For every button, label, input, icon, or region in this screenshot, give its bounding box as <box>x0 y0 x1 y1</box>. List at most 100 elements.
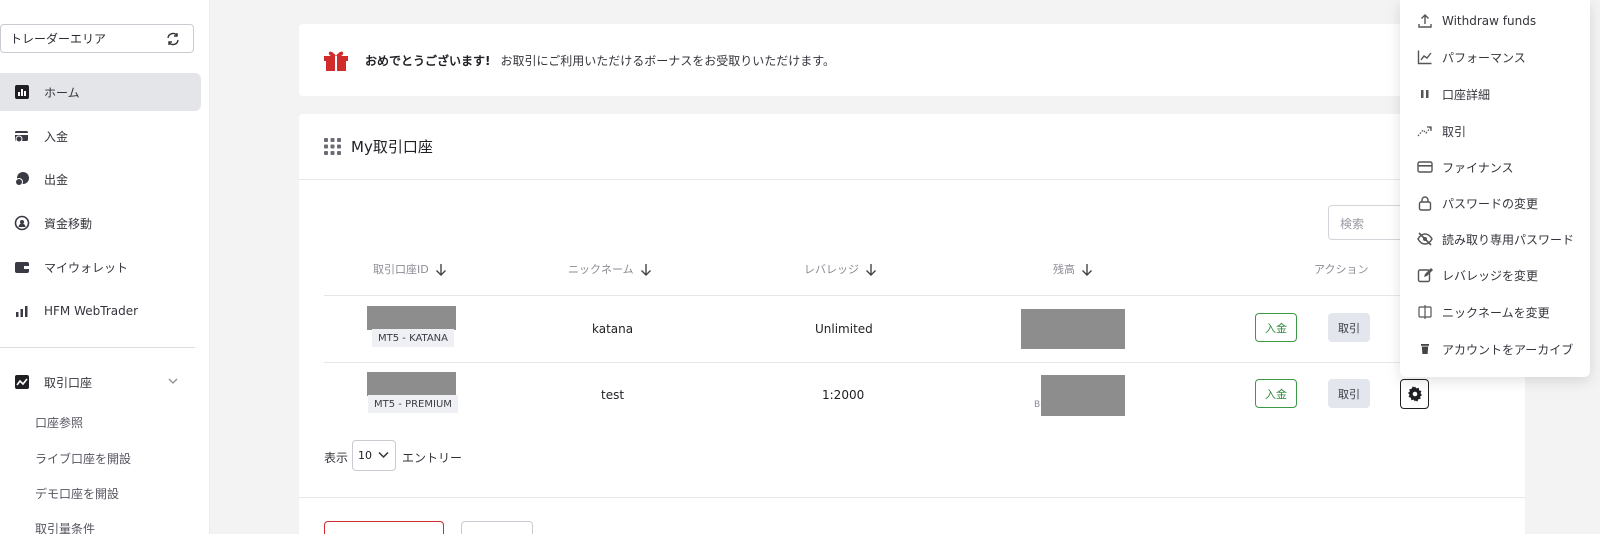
column-header-action: アクション <box>1314 261 1368 277</box>
account-type-badge: MT5 - PREMIUM <box>368 395 458 413</box>
column-header-leverage[interactable]: レバレッジ <box>804 261 877 277</box>
column-header-label: ニックネーム <box>568 263 634 276</box>
bonus-banner: おめでとうございます! お取引にご利用いただけるボーナスをお受取りいただけます。 <box>299 24 1525 96</box>
bar-chart-icon <box>14 303 30 319</box>
banner-message: お取引にご利用いただけるボーナスをお受取りいただけます。 <box>500 53 836 68</box>
arrow-down-icon <box>435 263 446 276</box>
menu-item-withdraw-funds[interactable]: Withdraw funds <box>1400 6 1590 36</box>
redacted-balance <box>1021 309 1125 349</box>
account-leverage: 1:2000 <box>822 388 865 402</box>
sidebar-divider <box>0 347 195 348</box>
redacted-balance <box>1041 375 1125 416</box>
column-header-balance[interactable]: 残高 <box>1053 261 1093 277</box>
page-size-select[interactable]: 10 <box>352 440 396 471</box>
trading-icon <box>14 374 30 390</box>
account-settings-button[interactable] <box>1400 379 1429 409</box>
sidebar-subitem-open-live[interactable]: ライブ口座を開設 <box>35 450 131 467</box>
account-leverage: Unlimited <box>815 322 873 336</box>
transfer-icon <box>14 215 30 231</box>
column-header-account-id[interactable]: 取引口座ID <box>373 261 447 277</box>
trade-button[interactable]: 取引 <box>1328 379 1370 408</box>
sidebar-item-label: HFM WebTrader <box>44 304 139 318</box>
sidebar-item-label: 入金 <box>44 129 69 144</box>
menu-item-label: パフォーマンス <box>1442 50 1526 65</box>
sidebar-subitem-volume[interactable]: 取引量条件 <box>35 520 95 534</box>
sidebar-item-deposit[interactable]: 入金 <box>0 117 201 155</box>
area-select[interactable]: トレーダーエリア <box>0 24 194 53</box>
wallet-icon <box>14 259 30 275</box>
menu-item-finance[interactable]: ファイナンス <box>1400 152 1590 182</box>
sidebar-item-withdraw[interactable]: 出金 <box>0 160 201 198</box>
deposit-button[interactable]: 入金 <box>1255 313 1297 342</box>
chevron-down-icon <box>168 378 178 384</box>
row-divider <box>324 362 1500 363</box>
banner-heading: おめでとうございます! <box>365 53 491 68</box>
menu-item-readonly-password[interactable]: 読み取り専用パスワード <box>1400 224 1590 254</box>
eye-off-icon <box>1417 231 1433 247</box>
area-select-label: トレーダーエリア <box>10 32 107 46</box>
details-icon <box>1417 86 1433 102</box>
sidebar-item-wallet[interactable]: マイウォレット <box>0 248 201 286</box>
menu-item-change-leverage[interactable]: レバレッジを変更 <box>1400 260 1590 290</box>
column-header-nickname[interactable]: ニックネーム <box>568 261 652 277</box>
sidebar-subitem-accounts[interactable]: 口座参照 <box>35 414 83 431</box>
deposit-button[interactable]: 入金 <box>1255 379 1297 408</box>
menu-item-change-password[interactable]: パスワードの変更 <box>1400 188 1590 218</box>
secondary-footer-button[interactable] <box>461 521 533 534</box>
chart-bar-icon <box>14 84 30 100</box>
menu-item-change-nickname[interactable]: ニックネームを変更 <box>1400 297 1590 327</box>
menu-item-label: ファイナンス <box>1442 160 1514 175</box>
column-header-label: アクション <box>1314 263 1369 276</box>
sidebar-item-transfer[interactable]: 資金移動 <box>0 204 201 242</box>
menu-item-label: Withdraw funds <box>1442 14 1537 28</box>
upload-icon <box>1417 13 1433 29</box>
page-size-value: 10 <box>358 449 372 462</box>
menu-item-label: パスワードの変更 <box>1442 196 1539 211</box>
sidebar-item-home[interactable]: ホーム <box>0 73 201 111</box>
sidebar-subitem-open-demo[interactable]: デモ口座を開設 <box>35 485 119 502</box>
arrow-down-icon <box>866 263 876 276</box>
trash-icon <box>1417 341 1433 357</box>
gear-icon <box>1407 386 1422 402</box>
withdraw-icon <box>14 171 30 187</box>
menu-item-performance[interactable]: パフォーマンス <box>1400 42 1590 72</box>
entries-label: エントリー <box>402 451 463 465</box>
menu-item-label: 口座詳細 <box>1442 87 1491 102</box>
credit-card-icon <box>1417 159 1433 175</box>
gift-icon <box>324 51 348 71</box>
show-label: 表示 <box>324 451 349 465</box>
menu-item-label: 取引 <box>1442 124 1467 139</box>
menu-item-account-details[interactable]: 口座詳細 <box>1400 79 1590 109</box>
trade-icon <box>1417 123 1433 139</box>
sidebar-item-webtrader[interactable]: HFM WebTrader <box>0 292 201 330</box>
arrow-down-icon <box>1082 263 1092 276</box>
menu-item-label: レバレッジを変更 <box>1442 268 1539 283</box>
menu-item-label: ニックネームを変更 <box>1442 305 1550 320</box>
account-nickname: katana <box>592 322 634 336</box>
lock-icon <box>1417 195 1433 211</box>
footer-divider <box>299 497 1525 498</box>
column-header-label: 取引口座ID <box>373 263 429 276</box>
menu-item-label: 読み取り専用パスワード <box>1442 232 1575 247</box>
sidebar-item-label: ホーム <box>44 85 80 100</box>
rename-icon <box>1417 304 1433 320</box>
sidebar-section-label: 取引口座 <box>44 375 93 390</box>
menu-item-trade[interactable]: 取引 <box>1400 116 1590 146</box>
grid-icon <box>324 138 341 155</box>
deposit-icon <box>14 128 30 144</box>
chevron-down-icon <box>378 451 389 459</box>
accounts-title: My取引口座 <box>351 138 433 156</box>
redacted-account-id <box>367 306 456 330</box>
menu-item-archive-account[interactable]: アカウントをアーカイブ <box>1400 334 1590 364</box>
account-actions-menu: Withdraw funds パフォーマンス 口座詳細 取引 ファイナンス パス… <box>1400 0 1590 377</box>
open-live-account-button[interactable] <box>324 521 444 534</box>
sidebar-item-label: 資金移動 <box>44 216 93 231</box>
sidebar-item-label: 出金 <box>44 172 69 187</box>
sidebar-item-label: マイウォレット <box>44 260 129 275</box>
table-header-divider <box>324 295 1500 296</box>
account-nickname: test <box>601 388 625 402</box>
sidebar: トレーダーエリア ホーム 入金 出金 資金移動 マイウォレット HFM WebT… <box>0 0 210 534</box>
refresh-icon[interactable] <box>165 31 181 47</box>
trade-button[interactable]: 取引 <box>1328 313 1370 342</box>
sidebar-section-trading-accounts[interactable]: 取引口座 <box>0 363 201 401</box>
